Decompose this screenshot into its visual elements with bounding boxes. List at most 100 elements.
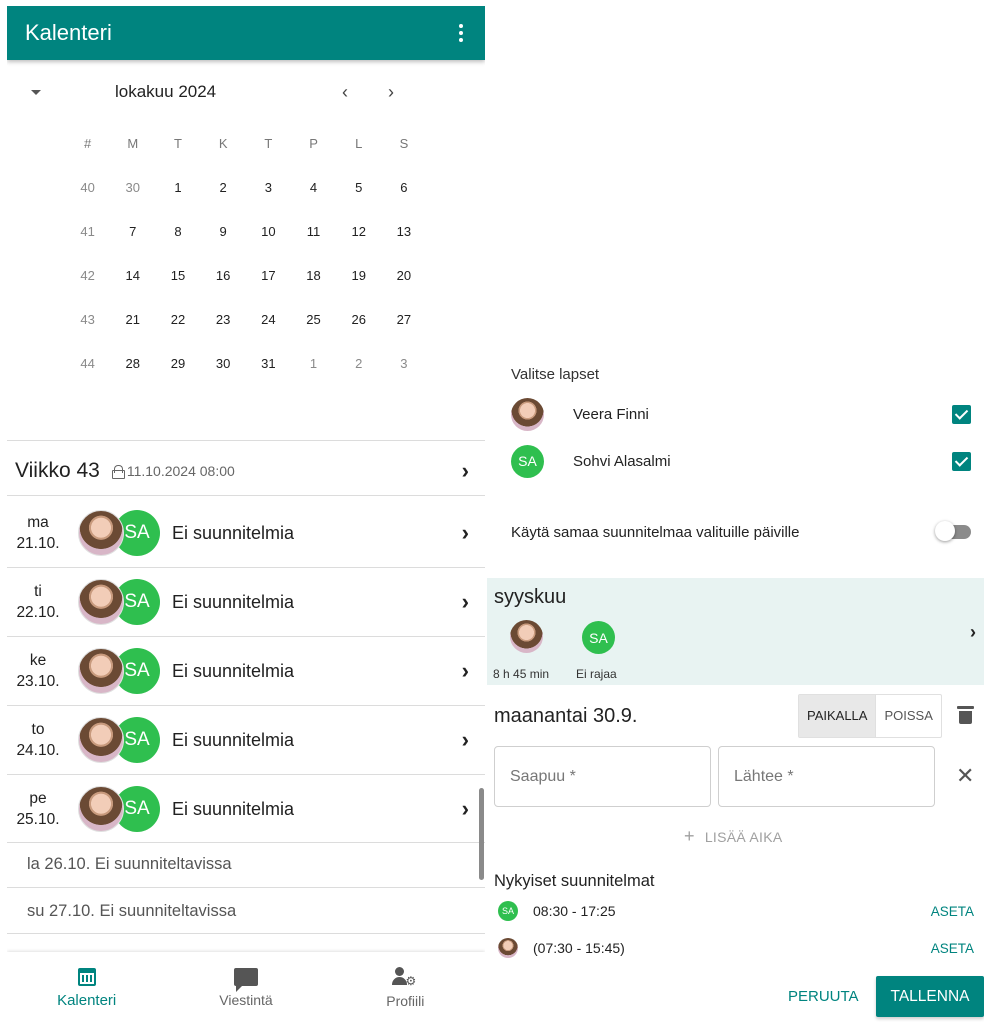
save-button[interactable]: TALLENNA xyxy=(876,976,984,1017)
calendar-day[interactable]: 1 xyxy=(155,168,200,212)
calendar-week-row: 42 14 15 16 17 18 19 20 xyxy=(65,256,427,300)
weekday-header: # xyxy=(83,136,92,151)
day-row[interactable]: to 24.10. SA Ei suunnitelmia › xyxy=(7,706,485,774)
day-row[interactable]: ma 21.10. SA Ei suunnitelmia › xyxy=(7,499,485,567)
date-label: 23.10. xyxy=(16,673,60,690)
calendar-day[interactable]: 2 xyxy=(201,168,246,212)
week-summary-row[interactable]: Viikko 43 11.10.2024 08:00 › xyxy=(7,443,485,498)
set-plan-button[interactable]: ASETA xyxy=(931,904,974,919)
next-month-button[interactable]: › xyxy=(381,82,401,103)
app-bar: Kalenteri xyxy=(7,6,485,60)
child-photo-avatar xyxy=(78,510,124,556)
arrives-input[interactable] xyxy=(494,746,711,807)
calendar-day[interactable]: 30 xyxy=(201,344,246,388)
calendar-day[interactable]: 11 xyxy=(291,212,336,256)
calendar-day[interactable]: 3 xyxy=(246,168,291,212)
month-grid: # M T K T P L S 40 30 1 2 3 4 5 6 4 1 7 8… xyxy=(65,124,427,388)
lock-icon xyxy=(111,464,125,479)
weekday-header: K xyxy=(218,136,228,151)
calendar-day[interactable]: 2 xyxy=(336,344,381,388)
calendar-day[interactable]: 15 xyxy=(155,256,200,300)
weekday-label: ma xyxy=(27,514,49,531)
delete-icon[interactable] xyxy=(957,706,974,724)
previous-month-button[interactable]: ‹ xyxy=(335,82,355,103)
divider xyxy=(7,933,485,934)
day-label: ke 23.10. xyxy=(7,650,69,692)
calendar-day[interactable]: 30 xyxy=(110,168,155,212)
calendar-day[interactable]: 22 xyxy=(155,300,200,344)
absent-button[interactable]: POISSA xyxy=(875,695,940,737)
same-plan-toggle[interactable] xyxy=(935,521,971,541)
calendar-day[interactable]: 1 xyxy=(291,344,336,388)
calendar-day[interactable]: 13 xyxy=(381,212,426,256)
calendar-day[interactable]: 12 xyxy=(336,212,381,256)
calendar-day[interactable]: 25 xyxy=(291,300,336,344)
month-title: syyskuu xyxy=(494,586,567,608)
week-lock-info: 11.10.2024 08:00 xyxy=(111,463,235,479)
same-plan-label: Käytä samaa suunnitelmaa valituille päiv… xyxy=(511,523,800,541)
caret-down-icon[interactable] xyxy=(31,90,41,95)
month-summary-band[interactable]: syyskuu SA 8 h 45 min Ei rajaa › xyxy=(487,578,984,685)
child-checkbox[interactable] xyxy=(952,404,971,424)
child-select-row[interactable]: SA Sohvi Alasalmi xyxy=(511,444,971,478)
select-children-label: Valitse lapset xyxy=(511,366,600,383)
calendar-day[interactable]: 9 xyxy=(201,212,246,256)
calendar-day[interactable]: 4 xyxy=(291,168,336,212)
calendar-day[interactable]: 17 xyxy=(246,256,291,300)
calendar-day[interactable]: 26 xyxy=(336,300,381,344)
set-plan-button[interactable]: ASETA xyxy=(931,941,974,956)
child-limit: Ei rajaa xyxy=(576,667,617,681)
child-select-row[interactable]: Veera Finni xyxy=(511,397,971,431)
present-button[interactable]: PAIKALLA xyxy=(799,695,876,737)
calendar-day[interactable]: 14 xyxy=(110,256,155,300)
calendar-day[interactable]: 3 xyxy=(381,344,426,388)
child-checkbox[interactable] xyxy=(952,451,971,471)
chevron-right-icon: › xyxy=(461,589,469,614)
nav-calendar[interactable]: Kalenteri xyxy=(7,952,166,1024)
week-number: 43 xyxy=(80,312,95,327)
calendar-day[interactable]: 31 xyxy=(246,344,291,388)
more-menu-icon[interactable] xyxy=(451,21,471,45)
calendar-day[interactable]: 18 xyxy=(291,256,336,300)
day-row[interactable]: ti 22.10. SA Ei suunnitelmia › xyxy=(7,568,485,636)
nav-profile[interactable]: ⚙ Profiili xyxy=(326,952,485,1024)
day-status: Ei suunnitelmia xyxy=(172,729,295,750)
calendar-day[interactable]: 16 xyxy=(201,256,246,300)
calendar-day[interactable]: 28 xyxy=(110,344,155,388)
calendar-day[interactable]: 6 xyxy=(381,168,426,212)
calendar-day[interactable]: 7 xyxy=(110,212,155,256)
calendar-day[interactable]: 21 xyxy=(110,300,155,344)
add-time-button[interactable]: + LISÄÄ AIKA xyxy=(684,826,783,847)
cancel-button[interactable]: PERUUTA xyxy=(788,988,859,1005)
weekday-header-row: # M T K T P L S xyxy=(65,124,427,168)
divider xyxy=(7,887,485,888)
child-hours: 8 h 45 min xyxy=(493,667,550,681)
calendar-week-row: 40 30 1 2 3 4 5 6 xyxy=(65,168,427,212)
date-label: 21.10. xyxy=(16,535,60,552)
divider xyxy=(7,842,485,843)
child-avatars: SA xyxy=(78,510,166,556)
weekday-label: ke xyxy=(29,652,47,669)
week-number: 42 xyxy=(80,268,95,283)
nav-label: Kalenteri xyxy=(57,991,117,1009)
nav-messages[interactable]: Viestintä xyxy=(166,952,325,1024)
day-row[interactable]: ke 23.10. SA Ei suunnitelmia › xyxy=(7,637,485,705)
calendar-day[interactable]: 8 xyxy=(155,212,200,256)
leaves-input[interactable] xyxy=(718,746,935,807)
close-icon[interactable]: ✕ xyxy=(956,765,974,787)
day-label: ma 21.10. xyxy=(7,512,69,554)
calendar-header: lokakuu 2024 ‹ › xyxy=(7,78,485,108)
scrollbar[interactable] xyxy=(479,788,484,880)
calendar-day[interactable]: 10 xyxy=(246,212,291,256)
calendar-day[interactable]: 23 xyxy=(201,300,246,344)
calendar-day[interactable]: 24 xyxy=(246,300,291,344)
weekday-label: to xyxy=(31,721,45,738)
calendar-day[interactable]: 5 xyxy=(336,168,381,212)
calendar-day[interactable]: 19 xyxy=(336,256,381,300)
calendar-day[interactable]: 27 xyxy=(381,300,426,344)
child-photo-avatar xyxy=(510,620,543,653)
child-name: Veera Finni xyxy=(573,405,649,423)
day-row[interactable]: pe 25.10. SA Ei suunnitelmia › xyxy=(7,775,485,843)
calendar-day[interactable]: 29 xyxy=(155,344,200,388)
calendar-day[interactable]: 20 xyxy=(381,256,426,300)
